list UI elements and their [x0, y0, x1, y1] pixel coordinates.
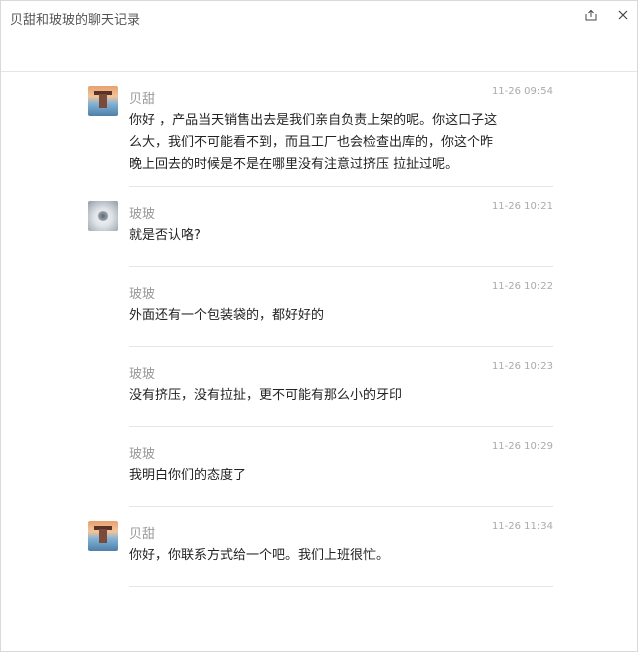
snow-avatar[interactable] [88, 201, 118, 231]
message-time: 11-26 10:22 [491, 281, 553, 292]
message-time: 11-26 09:54 [491, 86, 553, 97]
message-text: 外面还有一个包装袋的，都好好的 [129, 305, 529, 327]
message-text: 你好，你联系方式给一个吧。我们上班很忙。 [129, 545, 529, 567]
sender-name: 贝甜 [129, 92, 156, 107]
message-line: 你好 ，产品当天销售出去是我们亲自负责上架的呢。你这口子这 [129, 113, 498, 128]
title-bar: 贝甜和玻玻的聊天记录 [1, 1, 637, 72]
sender-name: 玻玻 [129, 207, 156, 222]
sender-name: 贝甜 [129, 527, 156, 542]
sunset-pavilion-avatar[interactable] [88, 521, 118, 551]
sender-name: 玻玻 [129, 447, 156, 462]
message-text: 你好 ，产品当天销售出去是我们亲自负责上架的呢。你这口子这 么大，我们不可能看不… [129, 110, 529, 176]
message-time: 11-26 10:23 [491, 361, 553, 372]
message-line: 就是否认咯? [129, 228, 201, 243]
message-divider [129, 586, 553, 587]
sunset-pavilion-avatar[interactable] [88, 86, 118, 116]
close-icon[interactable] [615, 7, 631, 23]
message-line: 我明白你们的态度了 [129, 468, 247, 483]
window-title: 贝甜和玻玻的聊天记录 [10, 13, 141, 28]
message-line: 没有挤压，没有拉扯，更不可能有那么小的牙印 [129, 388, 403, 403]
message-time: 11-26 11:34 [491, 521, 553, 532]
sender-name: 玻玻 [129, 287, 156, 302]
message-line: 外面还有一个包装袋的，都好好的 [129, 308, 325, 323]
message-divider [129, 186, 553, 187]
sender-name: 玻玻 [129, 367, 156, 382]
message-time: 11-26 10:29 [491, 441, 553, 452]
message-time: 11-26 10:21 [491, 201, 553, 212]
message-divider [129, 506, 553, 507]
message-text: 我明白你们的态度了 [129, 465, 529, 487]
share-icon[interactable] [583, 7, 599, 23]
message-text: 没有挤压，没有拉扯，更不可能有那么小的牙印 [129, 385, 529, 407]
message-line: 么大，我们不可能看不到，而且工厂也会检查出库的，你这个昨 [129, 135, 494, 150]
message-line: 你好，你联系方式给一个吧。我们上班很忙。 [129, 548, 390, 563]
message-divider [129, 346, 553, 347]
chat-history-window: 贝甜和玻玻的聊天记录 贝甜 11-26 09:54 你好 ，产品当天销售出去是我… [0, 0, 638, 652]
message-line: 晚上回去的时候是不是在哪里没有注意过挤压 拉扯过呢。 [129, 157, 459, 172]
message-divider [129, 426, 553, 427]
message-divider [129, 266, 553, 267]
message-text: 就是否认咯? [129, 225, 529, 247]
